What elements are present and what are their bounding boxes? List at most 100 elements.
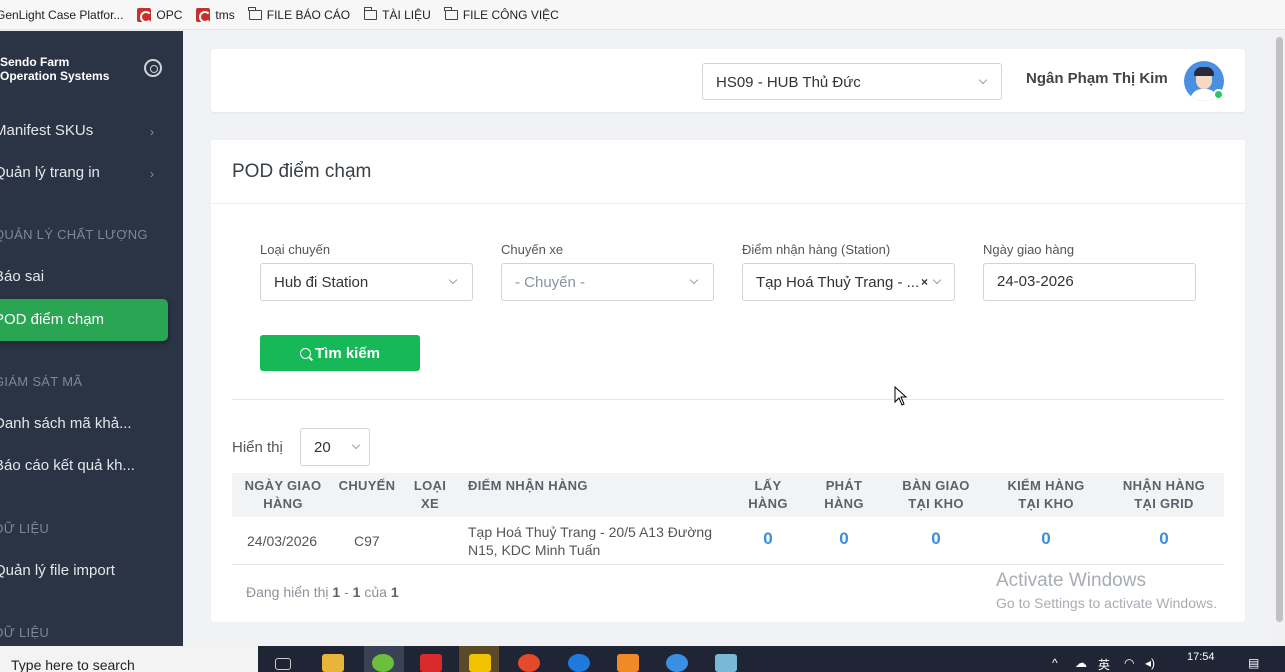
cell-date: 24/03/2026 — [247, 533, 318, 549]
sidebar-item-pod[interactable]: POD điểm chạm — [0, 299, 168, 341]
folder-icon — [363, 6, 378, 20]
vehicle-label: Chuyến xe — [501, 242, 564, 257]
chevron-right-icon: › — [150, 167, 154, 181]
cell-check[interactable]: 0 — [996, 530, 1096, 548]
sidebar-item-manifest[interactable]: Manifest SKUs — [0, 122, 93, 139]
bookmark-label: TÀI LIỆU — [382, 7, 431, 22]
cell-pick[interactable]: 0 — [738, 530, 798, 548]
brand-line-2: Operation Systems — [0, 69, 110, 83]
zalo-icon[interactable] — [568, 654, 590, 672]
bookmark-opc[interactable]: OPC — [137, 7, 183, 23]
page-title: POD điểm chạm — [232, 161, 372, 182]
col-trip[interactable]: CHUYẾN — [335, 477, 399, 495]
scrollbar-thumb[interactable] — [1276, 37, 1283, 622]
section-data-2: DỮ LIỆU — [0, 625, 50, 640]
bookmark-file-bao-cao[interactable]: FILE BÁO CÁO — [248, 6, 351, 22]
page-scrollbar[interactable] — [1274, 31, 1285, 646]
show-label: Hiển thị — [232, 439, 283, 456]
activate-windows-subtitle: Go to Settings to activate Windows. — [996, 595, 1217, 611]
wifi-icon[interactable]: ◠ — [1124, 656, 1134, 670]
mouse-cursor-icon — [894, 385, 908, 411]
sidebar-item-file-import[interactable]: Quản lý file import — [0, 562, 115, 579]
table-row: 24/03/2026 C97 Tạp Hoá Thuỷ Trang - 20/5… — [232, 517, 1224, 565]
header-bar: HS09 - HUB Thủ Đức Ngân Phạm Thị Kim — [211, 49, 1245, 112]
task-view-icon[interactable] — [275, 658, 291, 670]
col-pick[interactable]: LẤY HÀNG — [738, 477, 798, 513]
divider — [232, 399, 1224, 400]
hub-select[interactable]: HS09 - HUB Thủ Đức — [702, 63, 1002, 100]
clear-icon[interactable]: × — [921, 275, 928, 289]
vehicle-select[interactable]: - Chuyến - — [501, 263, 714, 301]
pagination-info: Đang hiển thị 1 - 1 của 1 — [246, 584, 399, 600]
ime-icon[interactable]: 英 — [1098, 656, 1110, 672]
pod-card: POD điểm chạm Loại chuyến Hub đi Station… — [211, 140, 1245, 622]
bookmark-genlight[interactable]: GenLight Case Platfor... — [0, 8, 123, 22]
station-label: Điểm nhận hàng (Station) — [742, 242, 891, 257]
chevron-down-icon — [351, 440, 361, 450]
section-quality: QUẢN LÝ CHẤT LƯỢNG — [0, 227, 148, 242]
taskbar: Type here to search ^ ☁ 英 ◠ ◂) 17:54 ▤ — [0, 646, 1285, 672]
table-header: NGÀY GIAO HÀNG CHUYẾN LOẠI XE ĐIỂM NHẬN HÀ… — [232, 473, 1224, 517]
trip-type-label: Loại chuyến — [260, 242, 331, 257]
taskbar-search-input[interactable]: Type here to search — [0, 646, 258, 672]
section-data: DỮ LIỆU — [0, 521, 50, 536]
activate-windows-title: Activate Windows — [996, 570, 1146, 591]
sidebar-toggle-icon[interactable] — [144, 59, 162, 77]
section-monitor: GIÁM SÁT MÃ — [0, 374, 83, 389]
chevron-down-icon — [932, 275, 942, 285]
col-vehicle-type[interactable]: LOẠI XE — [410, 477, 450, 513]
cell-receive[interactable]: 0 — [1114, 530, 1214, 548]
bookmark-label: tms — [215, 7, 235, 22]
divider — [211, 203, 1245, 204]
brand: Sendo Farm Operation Systems — [0, 55, 109, 83]
bookmark-file-cong-viec[interactable]: FILE CÔNG VIỆC — [444, 6, 559, 22]
sidebar: Sendo Farm Operation Systems Manifest SK… — [0, 31, 183, 646]
bookmark-label: FILE CÔNG VIỆC — [462, 7, 559, 22]
search-button[interactable]: Tìm kiếm — [260, 335, 420, 371]
chevron-down-icon — [448, 275, 458, 285]
chevron-down-icon — [978, 75, 988, 85]
date-input[interactable]: 24-03-2026 — [983, 263, 1196, 301]
sidebar-item-report-wrong[interactable]: Báo sai — [0, 268, 44, 285]
trip-type-select[interactable]: Hub đi Station — [260, 263, 473, 301]
notification-icon[interactable]: ▤ — [1248, 656, 1259, 670]
cell-handover[interactable]: 0 — [896, 530, 976, 548]
wps-office-icon[interactable] — [420, 654, 442, 672]
bookmarks-bar: GenLight Case Platfor... OPC tms FILE BÁ… — [0, 0, 1285, 30]
skype-icon[interactable] — [666, 654, 688, 672]
browser-icon[interactable] — [372, 654, 394, 672]
cell-trip: C97 — [354, 533, 380, 549]
volume-icon[interactable]: ◂) — [1145, 656, 1155, 670]
col-receive[interactable]: NHẬN HÀNG TẠI GRID — [1114, 477, 1214, 513]
bookmark-tms[interactable]: tms — [196, 7, 235, 23]
onedrive-icon[interactable]: ☁ — [1075, 656, 1087, 670]
user-name[interactable]: Ngân Phạm Thị Kim — [1026, 70, 1168, 87]
sticky-notes-icon[interactable] — [469, 654, 491, 672]
hub-select-value: HS09 - HUB Thủ Đức — [716, 74, 861, 91]
red-logo-icon — [196, 7, 212, 23]
bookmark-label: FILE BÁO CÁO — [266, 7, 351, 22]
col-deliver[interactable]: PHÁT HÀNG — [814, 477, 874, 513]
folder-icon — [248, 6, 262, 20]
chevron-up-icon[interactable]: ^ — [1052, 656, 1058, 670]
col-date[interactable]: NGÀY GIAO HÀNG — [238, 477, 328, 513]
page-size-select[interactable]: 20 — [300, 428, 370, 466]
app-icon[interactable] — [617, 654, 639, 672]
station-select[interactable]: Tạp Hoá Thuỷ Trang - ... × — [742, 263, 955, 301]
vpn-icon[interactable] — [518, 654, 540, 672]
cell-deliver[interactable]: 0 — [814, 530, 874, 548]
sidebar-item-print-pages[interactable]: Quản lý trang in — [0, 164, 100, 181]
col-handover[interactable]: BÀN GIAO TẠI KHO — [896, 477, 976, 513]
chevron-down-icon — [689, 275, 699, 285]
bookmark-label: GenLight Case Platfor... — [0, 7, 124, 22]
taskbar-clock[interactable]: 17:54 — [1187, 651, 1215, 663]
bookmark-tai-lieu[interactable]: TÀI LIỆU — [363, 6, 431, 22]
app-icon-2[interactable] — [715, 654, 737, 672]
col-check[interactable]: KIỂM HÀNG TẠI KHO — [996, 477, 1096, 513]
file-explorer-icon[interactable] — [322, 654, 344, 672]
sidebar-item-result-report[interactable]: Báo cáo kết quả kh... — [0, 457, 135, 474]
col-point[interactable]: ĐIỂM NHẬN HÀNG — [468, 477, 588, 495]
sidebar-item-code-list[interactable]: Danh sách mã khả... — [0, 415, 132, 432]
cell-point: Tạp Hoá Thuỷ Trang - 20/5 A13 Đường N15,… — [468, 524, 712, 558]
bookmark-label: OPC — [156, 7, 183, 22]
